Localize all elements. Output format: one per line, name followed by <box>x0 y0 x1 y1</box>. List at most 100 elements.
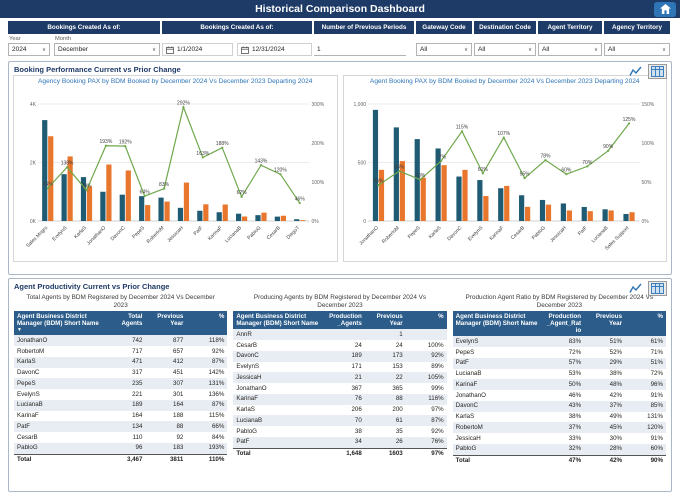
column-header[interactable]: Total Agents <box>104 311 146 336</box>
svg-text:60%: 60% <box>561 168 572 174</box>
svg-text:84%: 84% <box>43 182 54 188</box>
total-agents-table: Total Agents by BDM Registered by Decemb… <box>14 293 228 466</box>
cell-value: 24 <box>395 341 403 349</box>
cell-value: 110 <box>132 433 143 441</box>
agent-productivity-section: Agent Productivity Current vs Prior Chan… <box>8 278 672 492</box>
cell-value: 317 <box>132 369 143 376</box>
row-label: JessicaH <box>236 373 262 381</box>
column-header[interactable]: % <box>625 311 666 337</box>
column-header[interactable]: Previous Year <box>364 311 406 330</box>
column-header[interactable]: % <box>405 311 447 330</box>
cell-value: 164 <box>132 412 143 419</box>
home-button[interactable] <box>654 1 676 17</box>
cell-value: 76% <box>431 438 444 446</box>
month-label: Month <box>55 36 72 42</box>
destination-code-dropdown[interactable]: All ∨ <box>474 43 536 56</box>
table-icon[interactable] <box>648 281 667 296</box>
svg-text:115%: 115% <box>455 125 468 131</box>
line-chart-icon[interactable] <box>626 64 645 79</box>
svg-text:46%: 46% <box>295 196 306 202</box>
cell-value: 142% <box>208 369 225 376</box>
cell-value: 29% <box>609 359 623 367</box>
cell-value: 34 <box>354 438 362 446</box>
chevron-down-icon: ∨ <box>41 46 46 53</box>
svg-text:100%: 100% <box>641 141 654 147</box>
cell-value: 96 <box>135 444 143 452</box>
svg-text:DavonC: DavonC <box>446 225 463 242</box>
year-dropdown[interactable]: 2024 ∨ <box>8 43 50 56</box>
column-header[interactable]: Previous Year <box>145 311 187 336</box>
cell-value: 92% <box>431 352 444 360</box>
filter-header-agent-territory: Agent Territory <box>538 21 602 34</box>
agency-booking-chart-canvas[interactable]: 0K 2K 4K 0% 100% 200% 300% Sales Mngrs EvelynS Ka… <box>14 96 337 261</box>
cell-value: 37% <box>568 423 582 431</box>
cell-value: 43% <box>568 402 582 410</box>
column-header[interactable]: Agent Business District Manager (BDM) Sh… <box>233 311 324 330</box>
calendar-icon <box>241 45 249 54</box>
booking-performance-section: Booking Performance Current vs Prior Cha… <box>8 61 672 275</box>
cell-value: 451 <box>173 369 184 376</box>
row-label: RobertoM <box>455 423 483 431</box>
cell-value: 131% <box>208 379 225 387</box>
column-header[interactable]: Production_Agent_Ratio <box>543 311 585 337</box>
svg-text:JonathanO: JonathanO <box>358 225 380 247</box>
svg-text:EvelynS: EvelynS <box>51 225 69 243</box>
row-label: PabloG <box>455 445 477 453</box>
cell-value: 100% <box>427 341 444 349</box>
cell-value: 87% <box>431 416 444 424</box>
chevron-down-icon: ∨ <box>527 46 532 53</box>
svg-text:83%: 83% <box>159 182 170 188</box>
svg-text:0%: 0% <box>641 219 649 225</box>
row-label: EvelynS <box>236 363 260 370</box>
visual-switch-icons <box>626 281 667 296</box>
row-label: KarinaF <box>455 380 478 388</box>
agent-territory-value: All <box>542 46 550 53</box>
row-label: LucianaB <box>17 401 43 409</box>
date-start-input[interactable]: 1/1/2024 <box>162 43 234 56</box>
cell-value: 134 <box>132 422 143 430</box>
periods-input[interactable]: 1 <box>314 43 406 56</box>
table-icon[interactable] <box>648 64 667 79</box>
column-header[interactable]: Previous Year <box>584 311 626 337</box>
line-chart-icon[interactable] <box>626 281 645 296</box>
periods-value: 1 <box>317 45 321 53</box>
table-row: PabloG 38 35 92% <box>233 426 446 437</box>
cell-value: 45% <box>609 423 623 431</box>
column-header[interactable]: Agent Business District Manager (BDM) Sh… <box>14 311 105 336</box>
table-total-row: Total 1,648 1603 97% <box>233 447 447 460</box>
month-dropdown[interactable]: December ∨ <box>54 43 160 56</box>
svg-text:163%: 163% <box>196 151 209 157</box>
date-slicer-group: Year 2024 ∨ Month December ∨ <box>8 36 160 56</box>
cell-value: 30% <box>609 434 623 442</box>
column-header[interactable]: Agent Business District Manager (BDM) Sh… <box>452 311 544 337</box>
filter-header-booking-created-2: Bookings Created As of: <box>162 21 312 34</box>
cell-value: 97% <box>405 447 447 460</box>
cell-value: 38% <box>609 370 623 378</box>
cell-value: 26 <box>395 438 403 446</box>
cell-value: 164 <box>173 401 184 409</box>
svg-text:138%: 138% <box>61 161 74 167</box>
table-row: KarinaF 164 188 115% <box>14 411 227 422</box>
svg-text:DavonC: DavonC <box>110 225 127 242</box>
row-label: LucianaB <box>455 370 482 378</box>
row-label: DavonC <box>17 369 40 376</box>
filter-header-booking-created-1: Bookings Created As of: <box>8 21 160 34</box>
column-header[interactable]: Production_Agents <box>323 311 365 330</box>
destination-code-value: All <box>478 46 486 53</box>
agency-territory-dropdown[interactable]: All ∨ <box>604 43 670 56</box>
date-end-input[interactable]: 12/31/2024 <box>237 43 312 56</box>
cell-value: 38 <box>354 427 362 435</box>
cell-value: 47% <box>543 454 585 467</box>
row-label: JonathanO <box>236 384 267 392</box>
agent-booking-chart-canvas[interactable]: 0 500 1,000 0% 50% 100% 150% JonathanO RobertoM P… <box>344 96 667 261</box>
column-header[interactable]: % <box>186 311 228 336</box>
agent-territory-dropdown[interactable]: All ∨ <box>538 43 602 56</box>
gateway-code-dropdown[interactable]: All ∨ <box>416 43 472 56</box>
cell-value: 235 <box>132 379 143 387</box>
table-total-row: Total 47% 42% 90% <box>452 454 666 467</box>
page-title: Historical Comparison Dashboard <box>255 3 425 15</box>
cell-value: 365 <box>392 384 403 392</box>
svg-text:PepeS: PepeS <box>131 225 146 240</box>
row-label: EvelynS <box>455 337 479 345</box>
calendar-icon <box>166 45 174 54</box>
